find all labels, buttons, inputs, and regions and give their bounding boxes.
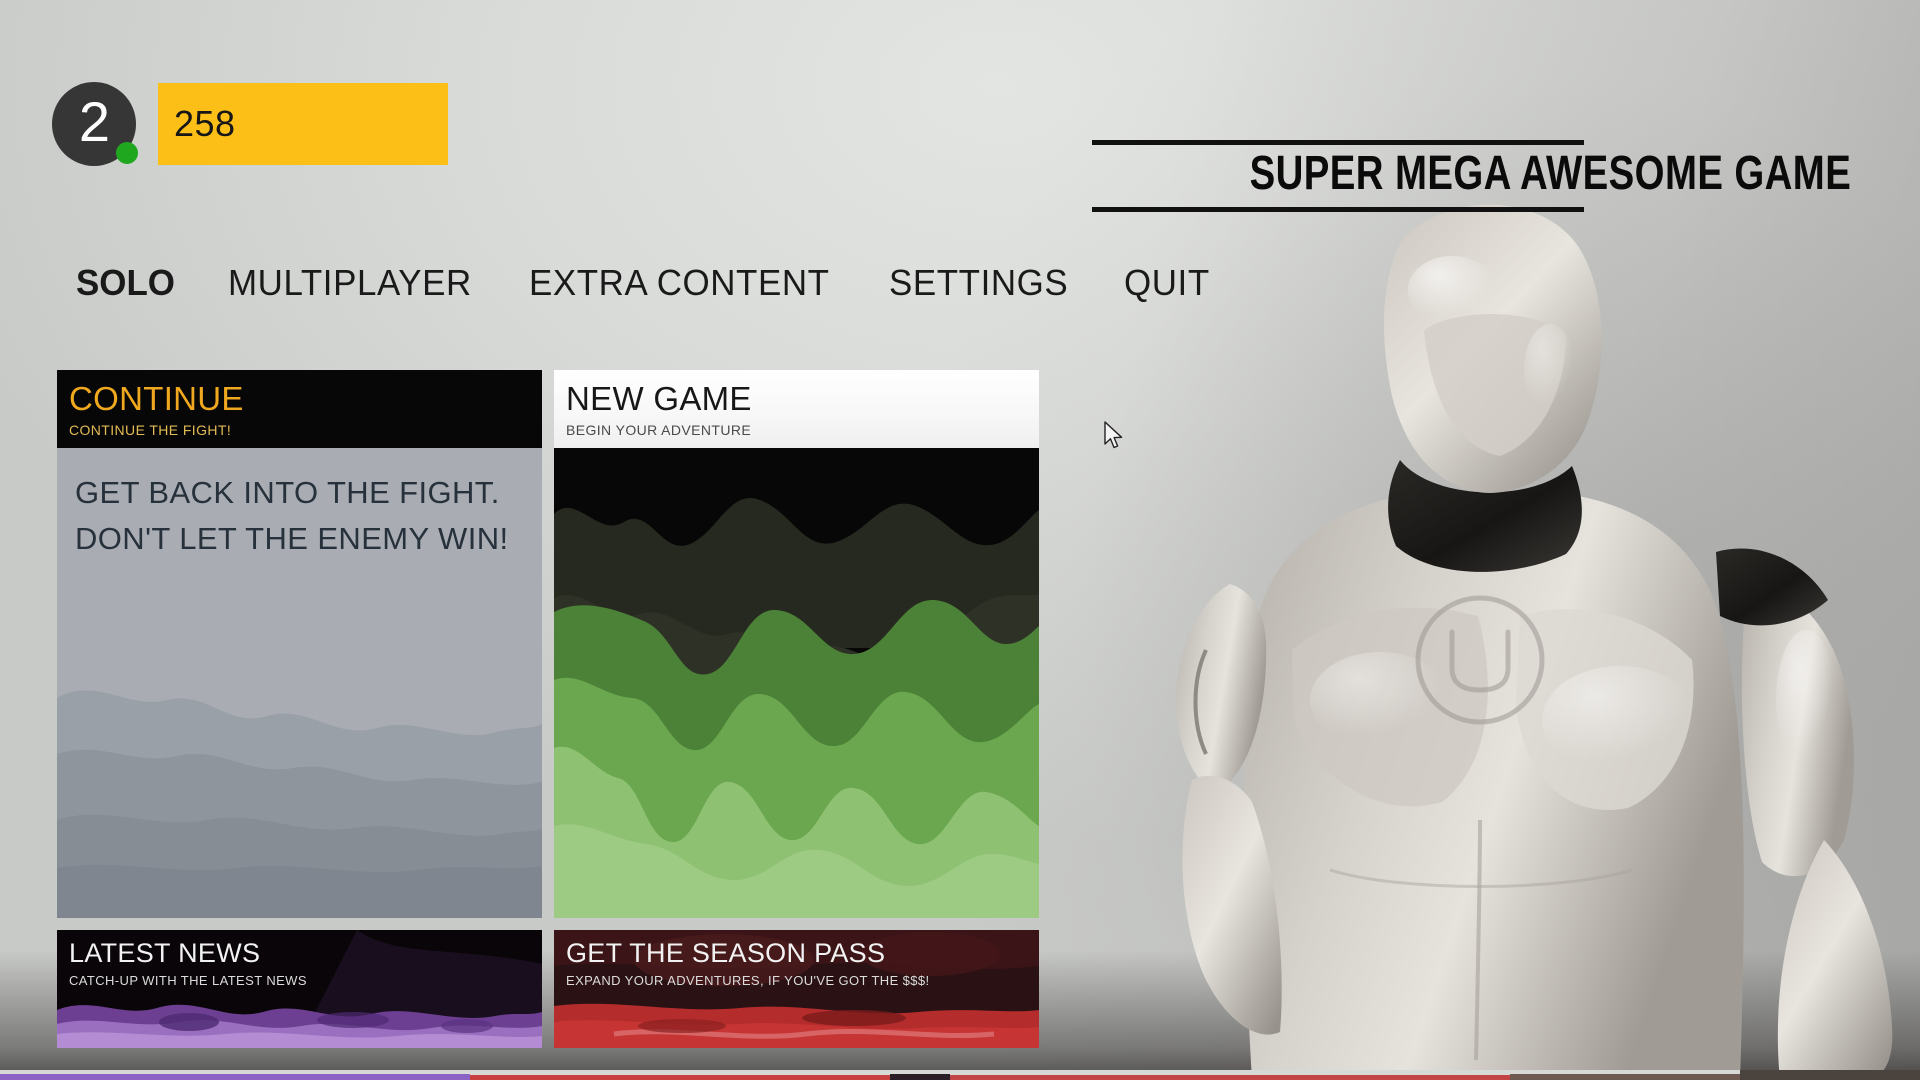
continue-card-header: CONTINUE CONTINUE THE FIGHT!	[57, 370, 542, 448]
continue-card[interactable]: CONTINUE CONTINUE THE FIGHT! GET BACK IN…	[57, 370, 542, 918]
latest-news-card[interactable]: LATEST NEWS CATCH-UP WITH THE LATEST NEW…	[57, 930, 542, 1048]
player-avatar[interactable]: 2	[52, 82, 138, 166]
main-navigation: SOLO MULTIPLAYER EXTRA CONTENT SETTINGS …	[76, 262, 1212, 304]
continue-card-subtitle: CONTINUE THE FIGHT!	[69, 422, 232, 438]
nav-item-settings[interactable]: SETTINGS	[889, 262, 1068, 304]
game-title-plate: SUPER MEGA AWESOME GAME	[1091, 140, 1856, 212]
season-pass-card-header: GET THE SEASON PASS EXPAND YOUR ADVENTUR…	[554, 930, 1039, 989]
new-game-card-header: NEW GAME BEGIN YOUR ADVENTURE	[554, 370, 1039, 448]
new-game-card[interactable]: NEW GAME BEGIN YOUR ADVENTURE	[554, 370, 1039, 918]
game-title: SUPER MEGA AWESOME GAME	[1249, 147, 1852, 200]
latest-news-card-subtitle: CATCH-UP WITH THE LATEST NEWS	[69, 973, 307, 988]
menu-card-grid: CONTINUE CONTINUE THE FIGHT! GET BACK IN…	[57, 370, 1039, 1048]
card-column-right: NEW GAME BEGIN YOUR ADVENTURE GET THE SE…	[554, 370, 1039, 1048]
card-column-left: CONTINUE CONTINUE THE FIGHT! GET BACK IN…	[57, 370, 542, 1048]
season-pass-card-title: GET THE SEASON PASS	[566, 938, 886, 968]
nav-item-multiplayer[interactable]: MULTIPLAYER	[228, 262, 472, 304]
player-score-bar: 258	[158, 83, 448, 165]
new-game-card-subtitle: BEGIN YOUR ADVENTURE	[566, 422, 752, 438]
nav-item-quit[interactable]: QUIT	[1124, 262, 1210, 304]
latest-news-card-title: LATEST NEWS	[69, 938, 261, 968]
latest-news-card-header: LATEST NEWS CATCH-UP WITH THE LATEST NEW…	[57, 930, 542, 989]
season-pass-card-subtitle: EXPAND YOUR ADVENTURES, IF YOU'VE GOT TH…	[566, 973, 930, 988]
title-rule-bottom	[1091, 207, 1584, 212]
player-header: 2 258	[52, 82, 448, 166]
player-level-label: 2	[78, 90, 110, 153]
nav-item-solo[interactable]: SOLO	[76, 262, 175, 304]
online-status-dot	[116, 142, 138, 164]
player-score-value: 258	[174, 103, 236, 144]
robot-character-render	[1080, 180, 1920, 1080]
mouse-pointer-icon	[1104, 421, 1123, 449]
nav-item-extra-content[interactable]: EXTRA CONTENT	[529, 262, 830, 304]
game-main-menu-screen: 2 258 SUPER MEGA AWESOME GAME SOLO MULTI…	[0, 0, 1920, 1080]
new-game-card-title: NEW GAME	[566, 380, 752, 417]
continue-card-body: GET BACK INTO THE FIGHT. DON'T LET THE E…	[57, 448, 542, 918]
continue-card-title: CONTINUE	[69, 380, 244, 417]
bottom-accent-strip	[0, 1070, 1920, 1080]
new-game-card-artwork	[554, 448, 1039, 918]
continue-card-body-text: GET BACK INTO THE FIGHT. DON'T LET THE E…	[75, 475, 509, 556]
season-pass-card[interactable]: GET THE SEASON PASS EXPAND YOUR ADVENTUR…	[554, 930, 1039, 1048]
